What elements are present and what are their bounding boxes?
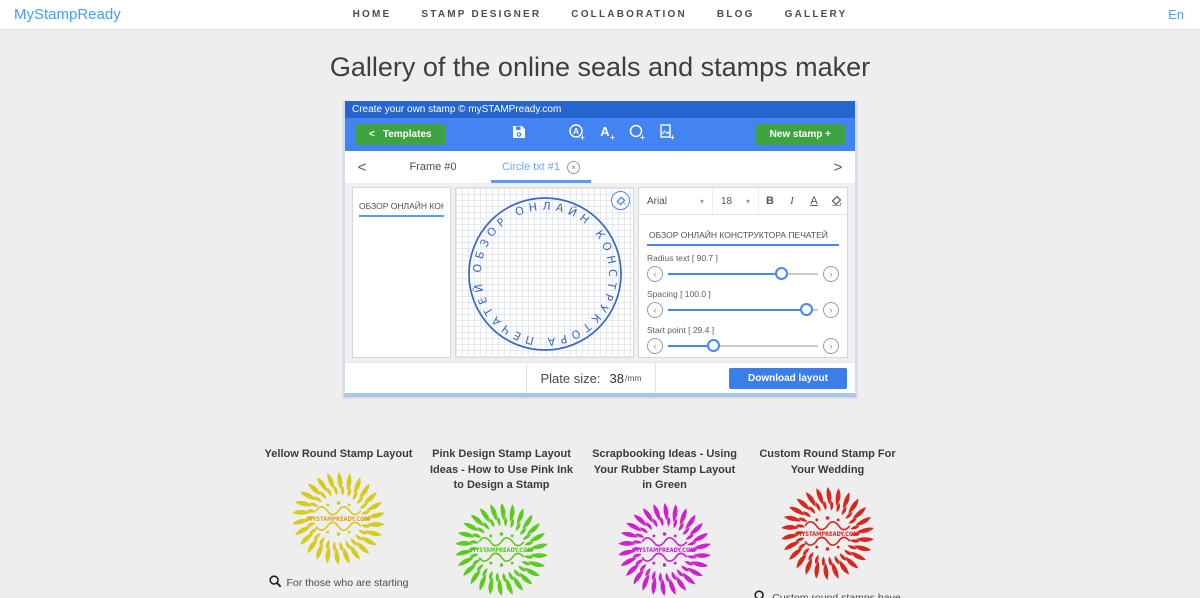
stamp-text-field[interactable] [647, 230, 839, 246]
decrease-button[interactable]: ‹ [647, 338, 663, 354]
plate-size-unit: /mm [624, 373, 642, 383]
plate-size-value[interactable]: 38 [609, 371, 623, 386]
text-properties-panel: Arial ▾ 18 ▾ B I A Radius text [ 90.7 ] [638, 187, 848, 358]
slider-handle[interactable] [774, 267, 788, 280]
svg-text:+: + [670, 133, 675, 141]
magnifier-icon [754, 590, 765, 598]
tab-circle-txt-1[interactable]: Circle txt #1 × [487, 151, 595, 183]
close-tab-icon[interactable]: × [567, 160, 581, 174]
layer-text-field[interactable] [359, 199, 444, 217]
nav-item-collaboration[interactable]: COLLABORATION [571, 9, 687, 20]
svg-text:+: + [640, 133, 645, 141]
increase-button[interactable]: › [823, 302, 839, 318]
chevron-down-icon: ▾ [699, 196, 704, 206]
start-point-slider-group: Start point [ 29.4 ] ‹ › [647, 325, 839, 354]
designer-toolbar: < Templates A + A + + + New stamp + [345, 118, 855, 151]
underline-button[interactable]: A [803, 195, 825, 207]
svg-text:A: A [573, 127, 579, 136]
nav-item-gallery[interactable]: GALLERY [785, 9, 848, 20]
radius-text-slider: ‹ › [647, 266, 839, 282]
magnifier-icon [268, 574, 281, 587]
gallery-card-yellow[interactable]: Yellow Round Stamp Layout MYSTAMPREADY.C… [263, 447, 414, 598]
increase-button[interactable]: › [823, 266, 839, 282]
plate-size: Plate size: 38 /mm [526, 363, 656, 393]
designer-titlebar: Create your own stamp © mySTAMPready.com [345, 101, 855, 118]
svg-text:MYSTAMPREADY.COM: MYSTAMPREADY.COM [796, 531, 858, 538]
gallery-card-scrapbooking[interactable]: Scrapbooking Ideas - Using Your Rubber S… [589, 447, 740, 598]
svg-text:MYSTAMPREADY.COM: MYSTAMPREADY.COM [470, 546, 532, 553]
slider-handle[interactable] [800, 303, 813, 316]
slider-handle[interactable] [707, 339, 720, 352]
toolbar-icon-group: A + A + + + [504, 123, 682, 146]
designer-workspace: ОБЗОР ОНЛАЙН КОНСТРУКТОРА ПЕЧАТЕЙ Arial … [345, 184, 855, 362]
font-family-select[interactable]: Arial ▾ [639, 188, 713, 214]
radius-text-slider-group: Radius text [ 90.7 ] ‹ › [647, 253, 839, 282]
chevron-down-icon: ▾ [745, 196, 750, 206]
add-image-icon[interactable]: + [652, 123, 682, 146]
svg-text:+: + [610, 133, 615, 141]
decrease-button[interactable]: ‹ [647, 302, 663, 318]
stamp-canvas[interactable]: ОБЗОР ОНЛАЙН КОНСТРУКТОРА ПЕЧАТЕЙ [455, 187, 634, 358]
stamp-image-green: MYSTAMPREADY.COM [455, 502, 548, 596]
stamp-image-yellow: MYSTAMPREADY.COM [292, 471, 385, 565]
svg-text:MYSTAMPREADY.COM: MYSTAMPREADY.COM [307, 515, 369, 522]
canvas-fill-color-button[interactable] [611, 191, 630, 210]
stamp-image-magenta: MYSTAMPREADY.COM [618, 502, 711, 596]
nav-item-blog[interactable]: BLOG [717, 9, 755, 20]
page-title: Gallery of the online seals and stamps m… [329, 52, 871, 82]
fill-color-button[interactable] [825, 194, 847, 209]
save-icon[interactable] [504, 124, 534, 145]
font-size-select[interactable]: 18 ▾ [713, 188, 759, 214]
nav-item-home[interactable]: HOME [353, 9, 392, 20]
chevron-left-icon: < [369, 129, 375, 140]
stamp-image-red: MYSTAMPREADY.COM [781, 486, 874, 581]
spacing-slider: ‹ › [647, 302, 839, 318]
designer-footer: Plate size: 38 /mm Download layout [345, 362, 855, 393]
svg-text:ОБЗОР ОНЛАЙН КОНСТРУКТОРА ПЕЧА: ОБЗОР ОНЛАЙН КОНСТРУКТОРА ПЕЧАТЕЙ [471, 200, 619, 348]
paint-bucket-icon [616, 196, 626, 206]
templates-button[interactable]: < Templates [355, 124, 446, 145]
download-layout-button[interactable]: Download layout [729, 367, 847, 389]
add-circle-text-icon[interactable]: A + [562, 123, 592, 146]
font-toolbar: Arial ▾ 18 ▾ B I A [639, 188, 847, 215]
svg-text:MYSTAMPREADY.COM: MYSTAMPREADY.COM [633, 546, 695, 553]
tab-frame-0[interactable]: Frame #0 [379, 151, 487, 183]
new-stamp-button[interactable]: New stamp + [755, 124, 845, 145]
gallery-card-pink[interactable]: Pink Design Stamp Layout Ideas - How to … [426, 447, 577, 598]
gallery-cards: Yellow Round Stamp Layout MYSTAMPREADY.C… [0, 447, 1200, 598]
tabs-scroll-right-icon[interactable]: > [821, 159, 855, 176]
italic-button[interactable]: I [781, 195, 803, 207]
increase-button[interactable]: › [823, 338, 839, 354]
decrease-button[interactable]: ‹ [647, 266, 663, 282]
nav-item-stamp-designer[interactable]: STAMP DESIGNER [421, 9, 541, 20]
top-navigation-bar: MyStampReady HOME STAMP DESIGNER COLLABO… [0, 0, 1200, 30]
spacing-slider-group: Spacing [ 100.0 ] ‹ › [647, 289, 839, 318]
bold-button[interactable]: B [759, 195, 781, 207]
add-text-icon[interactable]: A + [592, 123, 622, 146]
svg-text:+: + [580, 133, 585, 141]
tabs-scroll-left-icon[interactable]: < [345, 159, 379, 176]
active-tab-underline [491, 180, 591, 183]
layer-tabs: < Frame #0 Circle txt #1 × > [345, 151, 855, 184]
stamp-preview: ОБЗОР ОНЛАЙН КОНСТРУКТОРА ПЕЧАТЕЙ [468, 197, 622, 351]
layer-text-panel [352, 187, 451, 358]
paint-bucket-icon [831, 195, 842, 206]
gallery-card-wedding[interactable]: Custom Round Stamp For Your Wedding MYST… [752, 447, 903, 598]
main-nav: HOME STAMP DESIGNER COLLABORATION BLOG G… [0, 9, 1200, 20]
start-point-slider: ‹ › [647, 338, 839, 354]
stamp-designer-widget: Create your own stamp © mySTAMPready.com… [343, 101, 857, 397]
add-circle-icon[interactable]: + [622, 123, 652, 146]
svg-text:A: A [600, 124, 610, 139]
